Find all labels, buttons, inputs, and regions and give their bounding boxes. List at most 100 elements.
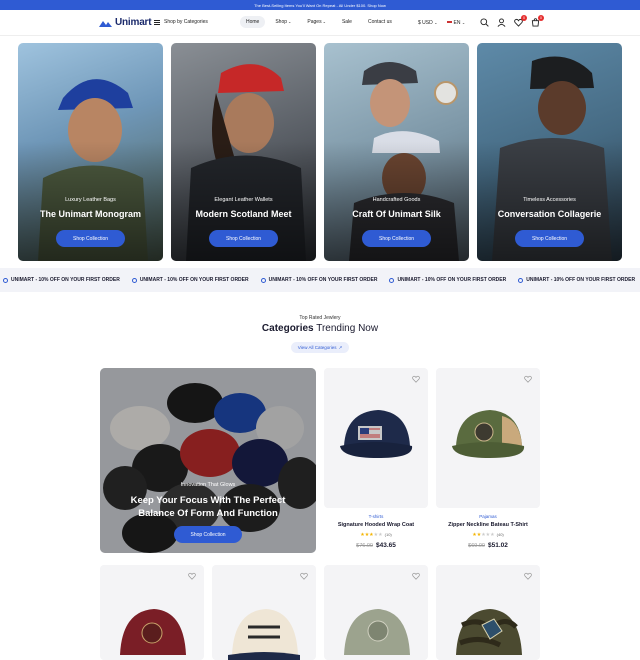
announcement-bar[interactable]: The Best-Selling Items You'll Want On Re… xyxy=(0,0,640,10)
nav-contact[interactable]: Contact us xyxy=(362,16,398,28)
chevron-down-icon: ⌄ xyxy=(434,20,438,25)
currency-select[interactable]: $ USD ⌄ xyxy=(418,20,437,26)
chevron-down-icon: ⌄ xyxy=(461,20,466,25)
section-title-bold: Categories xyxy=(261,323,314,334)
old-price: $69.00 xyxy=(468,543,485,549)
section-kicker: Top Rated Jewlery xyxy=(299,315,341,321)
menu-icon xyxy=(154,19,160,25)
heart-icon[interactable] xyxy=(524,375,532,383)
banner-card[interactable]: Timeless Accessories Conversation Collag… xyxy=(477,43,622,261)
nav-sale[interactable]: Sale xyxy=(336,16,358,28)
nav-home-label: Home xyxy=(246,19,260,25)
banner-subtitle: Elegant Leather Wallets xyxy=(214,197,273,203)
cap-image xyxy=(120,609,186,655)
ticker-item: UNIMART - 10% OFF ON YOUR FIRST ORDER xyxy=(131,277,249,283)
logo-mark-icon xyxy=(99,20,112,27)
review-count: (40) xyxy=(496,532,504,537)
shop-collection-button[interactable]: Shop Collection xyxy=(174,526,242,543)
banner-title: Craft Of Unimart Silk xyxy=(352,209,441,219)
product-card[interactable] xyxy=(324,565,428,660)
shop-collection-button[interactable]: Shop Collection xyxy=(515,230,584,247)
ticker-text: UNIMART - 10% OFF ON YOUR FIRST ORDER xyxy=(526,277,636,283)
star-icon: ★★ xyxy=(472,532,482,538)
section-title-rest: Trending Now xyxy=(316,323,379,334)
promo-ticker: UNIMART - 10% OFF ON YOUR FIRST ORDER UN… xyxy=(0,268,640,292)
wishlist-button[interactable]: 0 xyxy=(514,15,527,27)
view-all-label: View All Categories xyxy=(297,345,337,350)
nav-shop[interactable]: Shop⌄ xyxy=(269,16,297,28)
old-price: $76.00 xyxy=(356,543,373,549)
star-icon: ★★★ xyxy=(481,532,495,538)
heart-icon[interactable] xyxy=(412,572,420,580)
banner-subtitle: Handcrafted Goods xyxy=(372,197,421,203)
banner-overlay xyxy=(171,43,316,261)
ticker-text: UNIMART - 10% OFF ON YOUR FIRST ORDER xyxy=(397,277,507,283)
banner-card[interactable]: Handcrafted Goods Craft Of Unimart Silk … xyxy=(324,43,469,261)
nav-pages-label: Pages xyxy=(307,19,322,25)
current-price: $51.02 xyxy=(487,542,508,549)
flag-icon xyxy=(447,20,453,25)
shop-collection-button[interactable]: Shop Collection xyxy=(56,230,125,247)
shop-collection-button[interactable]: Shop Collection xyxy=(362,230,431,247)
section-title: Categories Trending Now xyxy=(0,323,640,334)
announcement-text: The Best-Selling Items You'll Want On Re… xyxy=(254,2,386,8)
cap-image xyxy=(228,609,300,660)
heart-icon[interactable] xyxy=(300,572,308,580)
cap-image xyxy=(344,609,410,655)
heart-icon[interactable] xyxy=(188,572,196,580)
product-category[interactable]: Pajamas xyxy=(436,514,540,519)
nav-sale-label: Sale xyxy=(341,19,352,25)
heart-icon[interactable] xyxy=(412,375,420,383)
search-icon[interactable] xyxy=(480,18,489,27)
site-header: Unimart Shop by Categories Home Shop⌄ Pa… xyxy=(0,10,640,36)
chevron-down-icon: ⌄ xyxy=(322,19,326,24)
feature-subtitle: Innovation That Glows xyxy=(180,482,236,488)
heart-icon[interactable] xyxy=(524,572,532,580)
categories-label: Shop by Categories xyxy=(164,19,208,25)
cap-image xyxy=(340,410,413,458)
product-card[interactable] xyxy=(436,565,540,660)
wishlist-count-badge: 0 xyxy=(521,15,527,21)
language-select[interactable]: EN ⌄ xyxy=(447,20,465,26)
ring-icon xyxy=(260,277,266,283)
logo-text: Unimart xyxy=(115,17,152,28)
product-card[interactable] xyxy=(212,565,316,660)
banner-card[interactable]: Luxury Leather Bags The Unimart Monogram… xyxy=(18,43,163,261)
ticker-item: UNIMART - 10% OFF ON YOUR FIRST ORDER xyxy=(3,277,120,283)
ticker-item: UNIMART - 10% OFF ON YOUR FIRST ORDER xyxy=(260,277,378,283)
ticker-text: UNIMART - 10% OFF ON YOUR FIRST ORDER xyxy=(139,277,249,283)
product-card[interactable]: Pajamas Zipper Neckline Bateau T-Shirt ★… xyxy=(436,368,540,549)
banner-title: The Unimart Monogram xyxy=(39,209,141,219)
banner-title: Conversation Collagerie xyxy=(497,209,602,219)
nav-home[interactable]: Home xyxy=(240,16,266,28)
cap-image xyxy=(452,410,525,458)
nav-shop-label: Shop xyxy=(275,19,288,25)
star-icon: ★★★ xyxy=(360,532,374,538)
shop-by-categories-button[interactable]: Shop by Categories xyxy=(154,19,208,25)
banner-title: Modern Scotland Meet xyxy=(195,209,292,219)
ring-icon xyxy=(389,277,395,283)
ticker-item: UNIMART - 10% OFF ON YOUR FIRST ORDER xyxy=(389,277,506,283)
shop-collection-button[interactable]: Shop Collection xyxy=(209,230,278,247)
product-image xyxy=(324,368,428,508)
user-icon[interactable] xyxy=(497,18,506,27)
product-name[interactable]: Signature Hooded Wrap Coat xyxy=(324,522,428,528)
logo[interactable]: Unimart xyxy=(99,17,152,28)
banner-card[interactable]: Elegant Leather Wallets Modern Scotland … xyxy=(171,43,316,261)
product-card[interactable] xyxy=(100,565,204,660)
cap-image xyxy=(456,609,522,655)
review-count: (10) xyxy=(384,532,392,537)
ticker-text: UNIMART - 10% OFF ON YOUR FIRST ORDER xyxy=(268,277,378,283)
main-nav: Home Shop⌄ Pages⌄ Sale Contact us xyxy=(240,16,398,28)
feature-tile[interactable]: Innovation That Glows Keep Your Focus Wi… xyxy=(100,368,316,553)
view-all-categories-button[interactable]: View All Categories ↗ xyxy=(291,342,349,353)
locale-selectors: $ USD ⌄ EN ⌄ xyxy=(418,20,465,26)
product-name[interactable]: Zipper Neckline Bateau T-Shirt xyxy=(436,522,540,528)
nav-contact-label: Contact us xyxy=(367,19,392,25)
nav-pages[interactable]: Pages⌄ xyxy=(301,16,332,28)
cart-button[interactable]: 0 xyxy=(531,15,544,27)
currency-value: $ USD xyxy=(418,20,433,26)
product-card[interactable]: T-shirts Signature Hooded Wrap Coat ★★★★… xyxy=(324,368,428,549)
current-price: $43.65 xyxy=(375,542,396,549)
product-category[interactable]: T-shirts xyxy=(324,514,428,519)
